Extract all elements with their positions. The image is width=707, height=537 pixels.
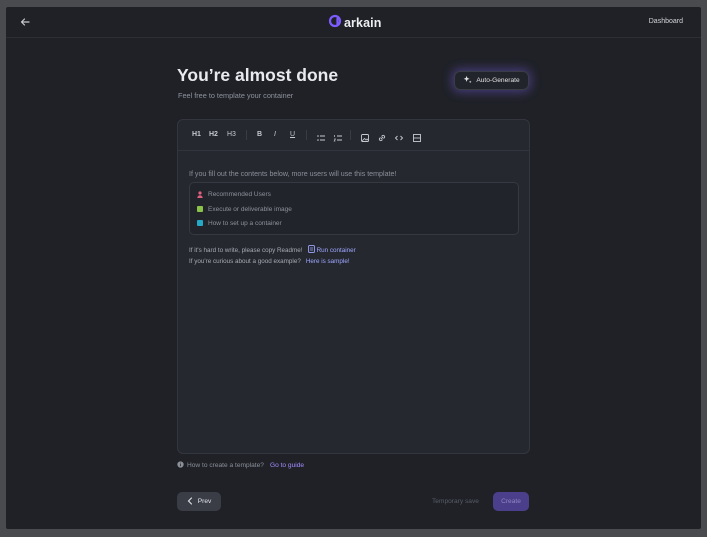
dashboard-link[interactable]: Dashboard [649, 18, 683, 25]
picture-icon [197, 206, 203, 212]
checklist-label: Recommended Users [208, 190, 271, 198]
checklist-label: How to set up a container [208, 219, 282, 227]
sample-hint-text: If you're curious about a good example? [189, 258, 301, 265]
book-icon [197, 220, 203, 226]
checklist-label: Execute or deliverable image [208, 205, 292, 213]
temporary-save-button[interactable]: Temporary save [432, 498, 479, 505]
image-icon[interactable] [360, 130, 370, 142]
list-item: Recommended Users [197, 189, 271, 199]
page-title: You’re almost done [177, 65, 339, 85]
person-icon [197, 191, 203, 198]
info-icon [177, 461, 184, 470]
arkain-logo-icon [328, 14, 342, 33]
template-checklist: Recommended Users Execute or deliverable… [189, 182, 519, 235]
heading3-button[interactable]: H3 [227, 130, 236, 140]
heading1-button[interactable]: H1 [192, 130, 201, 140]
auto-generate-label: Auto-Generate [476, 77, 520, 84]
link-icon[interactable] [377, 130, 387, 142]
run-container-link[interactable]: Run container [307, 245, 356, 255]
editor-intro-text: If you fill out the contents below, more… [189, 170, 397, 178]
document-icon [307, 245, 315, 255]
bold-button[interactable]: B [257, 130, 262, 140]
sample-hint: If you're curious about a good example? … [189, 258, 350, 265]
numbered-list-icon[interactable] [333, 130, 343, 142]
create-button[interactable]: Create [493, 492, 529, 511]
logo-text: arkain [344, 16, 382, 30]
create-label: Create [501, 498, 521, 505]
code-icon[interactable] [394, 130, 404, 141]
toolbar-divider [350, 130, 351, 140]
table-icon[interactable] [412, 130, 422, 142]
auto-generate-button[interactable]: Auto-Generate [454, 71, 529, 90]
sparkle-icon [463, 75, 472, 86]
readme-hint-text: If it's hard to write, please copy Readm… [189, 246, 303, 254]
bullet-list-icon[interactable] [316, 130, 326, 141]
top-bar: arkain Dashboard [6, 7, 701, 38]
readme-hint: If it's hard to write, please copy Readm… [189, 245, 356, 255]
back-arrow-icon[interactable] [18, 15, 32, 29]
page-subtitle: Feel free to template your container [178, 91, 294, 100]
toolbar-divider [246, 130, 247, 140]
guide-row: How to create a template? Go to guide [177, 461, 304, 470]
sample-link[interactable]: Here is sample! [306, 258, 350, 265]
run-container-label: Run container [316, 246, 356, 254]
underline-button[interactable]: U [290, 130, 295, 140]
app-window: arkain Dashboard You’re almost done Feel… [6, 7, 701, 529]
list-item: Execute or deliverable image [197, 204, 292, 214]
guide-text: How to create a template? [187, 462, 264, 469]
prev-label: Prev [197, 498, 212, 505]
italic-button[interactable]: I [274, 130, 276, 140]
editor-toolbar: H1 H2 H3 B I U [178, 120, 529, 151]
heading2-button[interactable]: H2 [209, 130, 218, 140]
toolbar-divider [306, 130, 307, 140]
prev-button[interactable]: Prev [177, 492, 221, 511]
go-to-guide-link[interactable]: Go to guide [270, 462, 304, 469]
list-item: How to set up a container [197, 218, 282, 228]
template-editor[interactable]: H1 H2 H3 B I U If you fill out the conte… [177, 119, 530, 454]
logo[interactable]: arkain [328, 14, 382, 33]
chevron-left-icon [187, 496, 193, 507]
